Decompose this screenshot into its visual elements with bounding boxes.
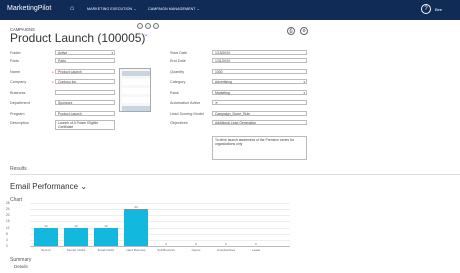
cursor-icon: ⌄: [143, 31, 149, 38]
chart-label: Chart: [10, 197, 23, 203]
right-form-field-6[interactable]: Campaign_Score_Rule: [212, 111, 307, 116]
chart-category-label-1: Sender Clicks: [66, 248, 86, 252]
left-form-label-1: Parts: [10, 59, 19, 63]
chart-category-label-5: Opens: [191, 248, 201, 252]
chart-y-tick: 12: [6, 225, 10, 230]
chart-category-label-0: Sent-to: [41, 248, 51, 252]
toolbar-circle-2[interactable]: [145, 23, 151, 29]
left-form-label-3: Company: [10, 80, 27, 84]
user-name[interactable]: Bee: [435, 7, 442, 12]
left-form-required-3: *: [52, 80, 54, 85]
chart-bar-1[interactable]: [64, 227, 88, 246]
left-form-field-0[interactable]: Active: [55, 50, 115, 55]
chart-gridline: [30, 221, 290, 222]
chart-bar-3[interactable]: [124, 209, 148, 246]
left-form-field-6[interactable]: Product Launch: [55, 111, 115, 116]
right-form-label-4: Rank: [170, 91, 179, 95]
chart-y-tick: 4: [6, 237, 8, 242]
left-form-label-5: Department: [10, 101, 30, 105]
right-form-label-6: Lead Scoring Model: [170, 112, 204, 116]
right-form-label-5: Automation Active: [170, 101, 201, 105]
chart-category-label-4: Soft Bounces: [157, 248, 175, 252]
chart-value-label-2: 12: [104, 223, 108, 228]
chart-y-tick: 28: [6, 201, 10, 205]
left-form-label-7: Description: [10, 121, 29, 125]
toolbar-circle-3[interactable]: [153, 23, 159, 29]
left-form-field-5[interactable]: Sponsors: [55, 100, 115, 105]
chart-value-label-7: 0: [255, 242, 257, 246]
left-form-required-2: *: [52, 70, 54, 75]
left-form-field-3[interactable]: Contoso Inc.: [55, 79, 115, 84]
right-form-field-3[interactable]: Advertising: [212, 79, 307, 84]
chart-value-label-0: 12: [44, 223, 48, 228]
chart-gridline: [30, 209, 290, 210]
calendar-popup: [119, 68, 151, 112]
chart-category-label-6: Unsubscribes: [216, 248, 236, 252]
chart-value-label-4: 0: [165, 242, 167, 246]
chart-category-label-7: Leads: [251, 248, 261, 252]
chart-category-label-2: Email Clicks: [97, 248, 115, 252]
chart-y-tick: 0: [6, 244, 8, 248]
chart-y-tick: 16: [6, 219, 10, 224]
print-icon[interactable]: ⎙: [287, 27, 295, 35]
results-section[interactable]: Results: [10, 166, 27, 172]
objectives-textarea[interactable]: To drive launch awareness of the Premium…: [212, 136, 307, 160]
left-form-label-4: Business: [10, 91, 26, 95]
right-form-label-7: Objectives: [170, 121, 188, 125]
results-divider: [10, 174, 460, 175]
left-form-field-2[interactable]: Product Launch: [55, 69, 115, 74]
chart-bar-0[interactable]: [34, 227, 58, 246]
chart-gridline: [30, 203, 290, 204]
email-performance-header[interactable]: Email Performance ⌄: [10, 182, 87, 191]
left-form-label-6: Program: [10, 112, 25, 116]
summary-section[interactable]: Summary: [10, 257, 31, 263]
chart-x-axis: [30, 246, 290, 247]
right-form-field-5[interactable]: ✕: [212, 100, 307, 105]
brand-label: MarketingPilot: [7, 5, 52, 12]
chart-gridline: [30, 215, 290, 216]
right-form-label-0: Start Date: [170, 51, 188, 55]
nav-marketing-execution[interactable]: MARKETING EXECUTION ⌄: [87, 7, 136, 11]
details-section[interactable]: Details: [14, 264, 28, 269]
right-form-field-2[interactable]: 1000: [212, 69, 307, 74]
left-form-field-7[interactable]: Launch of A Power Eligible Certificate: [55, 120, 115, 130]
chart-y-tick: 24: [6, 207, 10, 212]
nav-campaign-management[interactable]: CAMPAIGN MANAGEMENT ⌄: [148, 7, 200, 11]
right-form-field-0[interactable]: 1/15/2020: [212, 50, 307, 55]
gear-icon[interactable]: ⚙: [300, 27, 308, 35]
page-title: Product Launch (100005): [10, 31, 146, 45]
left-form-field-1[interactable]: Parts: [55, 58, 115, 63]
right-form-field-7[interactable]: Additional Lead Generation: [212, 120, 307, 125]
right-form-label-2: Quantity: [170, 70, 185, 74]
chart-value-label-5: 0: [195, 242, 197, 246]
right-form-label-3: Category: [170, 80, 186, 84]
left-form-label-0: Folder: [10, 51, 21, 55]
right-form-label-1: End Date: [170, 59, 186, 63]
right-form-field-4[interactable]: Marketing: [212, 90, 307, 95]
chart-value-label-6: 0: [225, 242, 227, 246]
chart-category-label-3: Hard Bounces: [126, 248, 146, 252]
chart-y-tick: 20: [6, 213, 10, 218]
left-form-label-2: Name: [10, 70, 21, 74]
left-form-field-4[interactable]: [55, 90, 115, 95]
chart-value-label-1: 12: [74, 223, 78, 228]
right-form-field-1[interactable]: 1/31/2020: [212, 58, 307, 63]
home-icon[interactable]: ⌂: [70, 5, 74, 12]
chart-y-tick: 8: [6, 231, 8, 236]
page: MarketingPilot ⌂ MARKETING EXECUTION ⌄ C…: [0, 0, 460, 273]
top-bar: MarketingPilot ⌂ MARKETING EXECUTION ⌄ C…: [0, 0, 460, 20]
chart-value-label-3: 24: [134, 205, 138, 210]
chart-bar-2[interactable]: [94, 227, 118, 246]
help-icon[interactable]: ?: [421, 4, 431, 14]
toolbar-circle-1[interactable]: [137, 23, 143, 29]
